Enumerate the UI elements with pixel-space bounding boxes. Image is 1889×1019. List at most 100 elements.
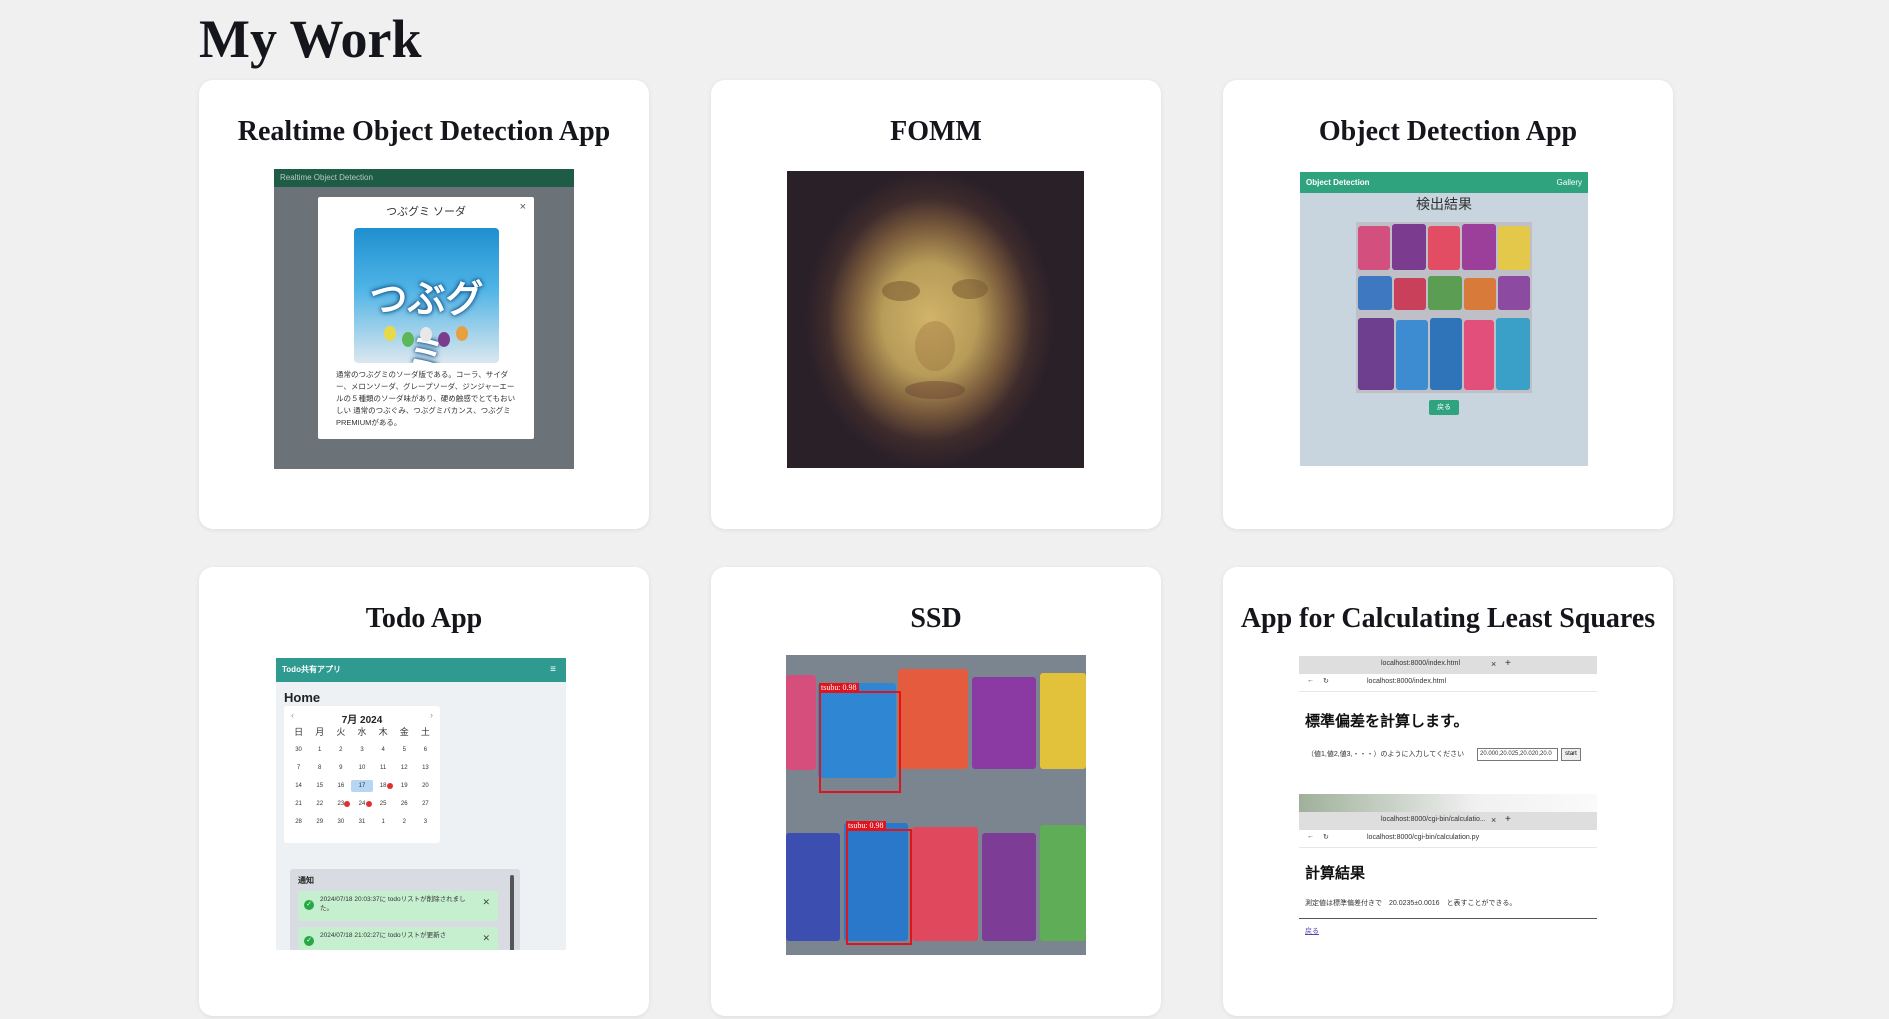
calendar-day: 10 [358,765,366,771]
result-text: 測定値は標準偏差付きで 20.0235±0.0016 と表すことができる。 [1305,900,1517,907]
calendar-day: 1 [318,747,322,753]
weekday-label: 木 [378,727,388,737]
calendar-day-event: 24 [351,798,372,810]
candy-description: 通常のつぶグミのソーダ版である。コーラ、サイダー、メロンソーダ、グレープソーダ、… [336,370,516,427]
card-title: SSD [910,603,962,634]
back-button: 戻る [1429,400,1459,415]
detection-photo [1356,222,1532,393]
project-thumbnail[interactable] [787,171,1084,468]
reload-icon: ↻ [1323,834,1329,841]
calendar-day: 15 [316,783,324,789]
card-title: Todo App [365,603,483,634]
detection-label: tsubu: 0.98 [819,683,859,693]
modal-title: つぶグミ ソーダ [385,206,467,218]
back-arrow-icon: ← [1307,677,1314,684]
close-icon: × [519,201,526,213]
address-bar: ← ↻ localhost:8000/cgi-bin/calculation.p… [1299,830,1597,848]
calendar-day: 16 [337,783,345,789]
app-brand: Object Detection [1306,178,1370,187]
calendar-day: 30 [295,747,302,753]
browser-tab: localhost:8000/cgi-bin/calculatio... [1381,816,1486,823]
calendar-day-event: 23 [330,798,351,810]
weekday-label: 日 [294,727,304,737]
page-title: My Work [199,9,422,69]
project-thumbnail[interactable]: localhost:8000/index.html × + ← ↻ localh… [1299,656,1597,956]
calendar-day: 27 [422,801,429,807]
weekday-label: 金 [399,727,409,737]
calendar-day-today: 17 [351,780,373,792]
values-input: 20.000,20.025,20.020,20.0 [1477,748,1558,761]
calendar-day: 30 [337,819,345,825]
project-card-object-detection[interactable]: Object Detection App Object Detection Ga… [1223,80,1673,529]
project-card-realtime-object-detection[interactable]: Realtime Object Detection App Realtime O… [199,80,649,529]
calendar-day: 3 [360,747,364,753]
menu-icon: ≡ [550,664,556,675]
weekday-label: 月 [315,727,325,737]
calendar-day: 2 [402,819,406,825]
calendar-day: 21 [295,801,302,807]
calendar-day: 11 [380,765,387,771]
browser-tab-bar: localhost:8000/cgi-bin/calculatio... × + [1299,812,1597,830]
card-title: Realtime Object Detection App [237,116,611,147]
calendar-day: 12 [400,765,408,771]
calendar-day: 5 [402,747,406,753]
project-thumbnail[interactable]: Object Detection Gallery 検出結果 戻る [1300,172,1588,466]
card-title: App for Calculating Least Squares [1240,603,1656,634]
notification-text: 2024/07/18 20:03:37に todoリストが削除されました。 [320,896,466,912]
check-icon: ✓ [304,900,314,910]
browser-tab: localhost:8000/index.html [1381,660,1460,667]
detection-label: tsubu: 0.98 [846,821,886,831]
check-icon: ✓ [304,936,314,946]
plus-icon: + [1505,814,1511,825]
candy-photo: つぶグミ [354,228,499,363]
calendar-grid: 日 月 火 水 木 金 土 30 1 2 3 4 5 6 7 8 9 10 11… [288,726,436,828]
weekday-label: 水 [357,727,367,737]
weekday-label: 火 [336,727,346,737]
calendar-day: 14 [295,783,302,789]
project-thumbnail[interactable]: tsubu: 0.98 tsubu: 0.98 [786,655,1086,955]
notification-title: 通知 [298,876,314,885]
calendar: ‹ 7月 2024 › 日 月 火 水 木 金 土 30 1 2 3 4 5 6… [284,706,440,843]
project-card-fomm[interactable]: FOMM [711,80,1161,529]
result-heading: 検出結果 [1416,196,1472,212]
chevron-right-icon: › [430,710,433,720]
project-card-todo[interactable]: Todo App Todo共有アプリ ≡ Home ‹ 7月 2024 › 日 … [199,567,649,1016]
card-title: Object Detection App [1318,116,1578,147]
home-heading: Home [284,690,321,705]
calendar-month: 7月 2024 [341,715,383,726]
calendar-day: 19 [400,783,408,789]
calendar-day: 3 [423,819,428,825]
project-thumbnail[interactable]: Todo共有アプリ ≡ Home ‹ 7月 2024 › 日 月 火 水 木 金… [276,658,566,950]
close-icon: × [1491,815,1497,825]
page-heading: 標準偏差を計算します。 [1305,713,1469,730]
divider [1299,918,1597,919]
url-text: localhost:8000/index.html [1367,678,1446,685]
app-bar: Todo共有アプリ ≡ [276,658,566,682]
project-card-ssd[interactable]: SSD tsubu: 0.98 tsubu: 0.98 [711,567,1161,1016]
plus-icon: + [1505,658,1511,669]
project-card-least-squares[interactable]: App for Calculating Least Squares localh… [1223,567,1673,1016]
start-button: start [1561,748,1581,761]
close-icon: ✕ [482,933,490,943]
result-heading: 計算結果 [1305,865,1366,882]
gallery-link: Gallery [1556,178,1582,187]
close-icon: ✕ [482,897,490,907]
calendar-day: 20 [422,783,429,789]
calendar-day: 8 [318,765,322,771]
calendar-day: 26 [400,801,408,807]
address-bar: ← ↻ localhost:8000/index.html [1299,674,1597,692]
calendar-day: 13 [422,765,429,771]
detail-modal: つぶグミ ソーダ × つぶグミ 通常のつぶグミのソーダ版である。コーラ、サイダー… [318,197,534,439]
detection-box [846,829,912,945]
project-thumbnail[interactable]: Realtime Object Detection つぶグミ ソーダ × つぶグ… [274,169,574,469]
app-bar: Realtime Object Detection [274,169,574,187]
calendar-day: 25 [379,801,387,807]
input-prompt: （値1,値2,値3,・・・）のように入力してください [1307,751,1465,758]
notification-text: 2024/07/18 21:02:27に todoリストが更新さ [320,932,447,939]
calendar-day: 9 [339,765,343,771]
calendar-day-event: 18 [373,780,394,792]
card-title: FOMM [890,116,982,147]
candy-logo: つぶグミ [369,279,484,363]
notification-item: ✓ 2024/07/18 20:03:37に todoリストが削除されました。 … [298,891,498,921]
app-brand: Todo共有アプリ [282,665,341,674]
